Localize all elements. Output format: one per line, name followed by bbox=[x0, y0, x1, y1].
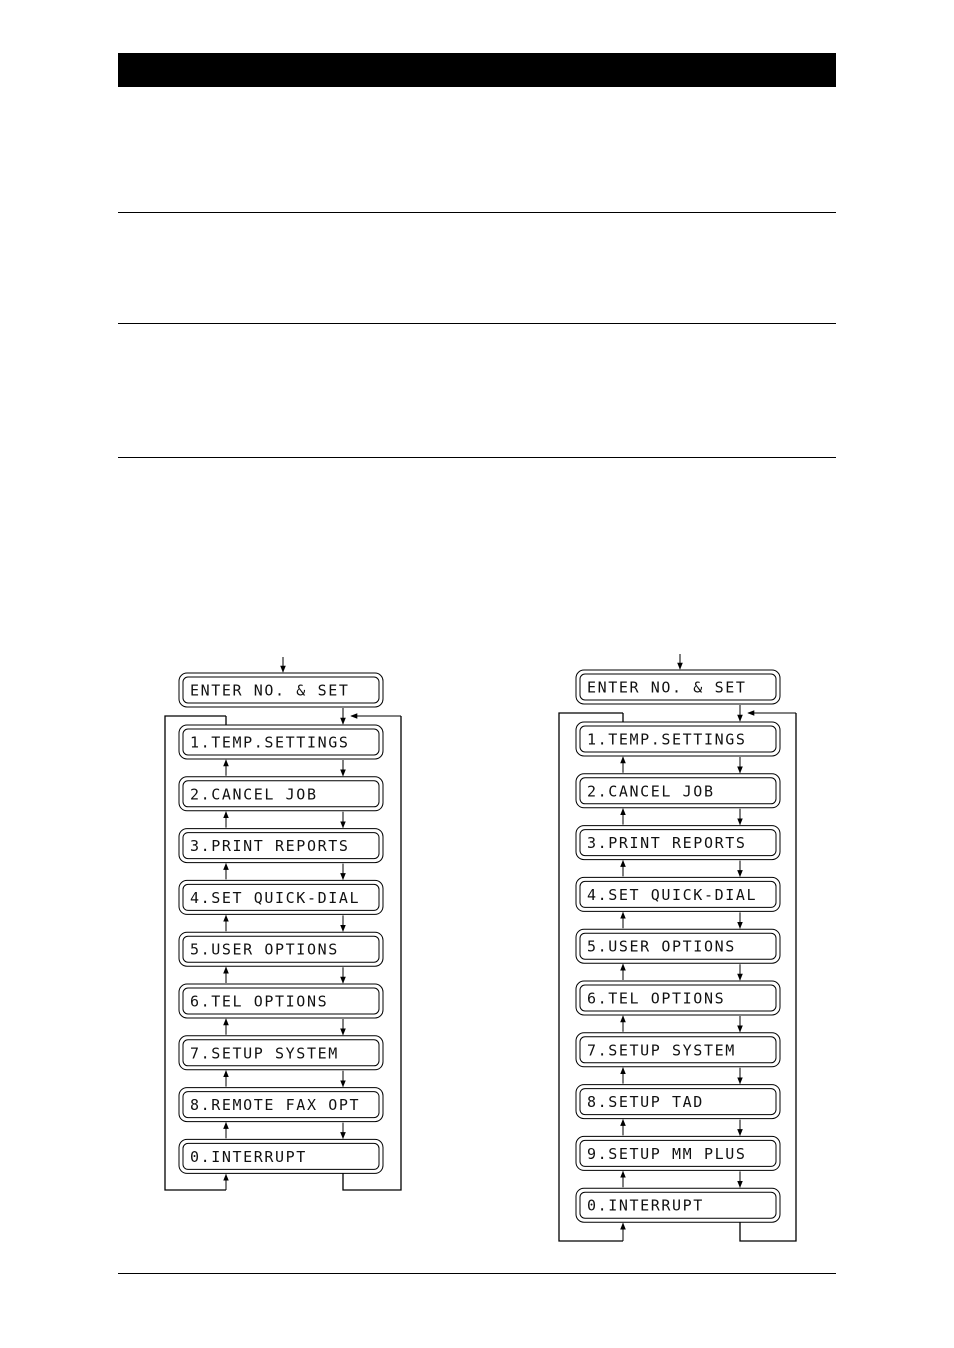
menu-label: 7.SETUP SYSTEM bbox=[190, 1044, 339, 1062]
menu-label: 7.SETUP SYSTEM bbox=[587, 1041, 736, 1059]
menu-item-box: 7.SETUP SYSTEM bbox=[575, 1032, 781, 1068]
menu-flow-right: ENTER NO. & SET 1.TEMP.SETTINGS 2.CANCEL J… bbox=[558, 654, 797, 1242]
menu-item-box: 1.TEMP.SETTINGS bbox=[575, 721, 781, 757]
menu-label: 5.USER OPTIONS bbox=[587, 938, 736, 956]
menu-label: 3.PRINT REPORTS bbox=[190, 837, 349, 855]
menu-label: 9.SETUP MM PLUS bbox=[587, 1145, 746, 1163]
menu-item-box: 6.TEL OPTIONS bbox=[178, 983, 384, 1019]
entry-box: ENTER NO. & SET bbox=[178, 672, 384, 708]
menu-item-box: 9.SETUP MM PLUS bbox=[575, 1135, 781, 1171]
menu-item-box: 3.PRINT REPORTS bbox=[575, 825, 781, 861]
menu-item-box: 2.CANCEL JOB bbox=[575, 773, 781, 809]
menu-label: 0.INTERRUPT bbox=[587, 1197, 704, 1215]
menu-item-box: 5.USER OPTIONS bbox=[178, 931, 384, 967]
menu-label: 0.INTERRUPT bbox=[190, 1148, 307, 1166]
menu-item-box: 3.PRINT REPORTS bbox=[178, 828, 384, 864]
entry-box: ENTER NO. & SET bbox=[575, 669, 781, 705]
menu-item-box: 7.SETUP SYSTEM bbox=[178, 1035, 384, 1071]
menu-item-box: 5.USER OPTIONS bbox=[575, 928, 781, 964]
menu-label: 3.PRINT REPORTS bbox=[587, 834, 746, 852]
menu-label: 8.SETUP TAD bbox=[587, 1093, 704, 1111]
menu-label: 4.SET QUICK-DIAL bbox=[190, 889, 360, 907]
menu-item-box: 8.SETUP TAD bbox=[575, 1084, 781, 1120]
menu-item-box: 8.REMOTE FAX OPT bbox=[178, 1087, 384, 1123]
menu-label: 4.SET QUICK-DIAL bbox=[587, 886, 757, 904]
menu-item-box: 6.TEL OPTIONS bbox=[575, 980, 781, 1016]
menu-label: 6.TEL OPTIONS bbox=[190, 993, 328, 1011]
menu-item-box: 4.SET QUICK-DIAL bbox=[575, 876, 781, 912]
menu-label: 8.REMOTE FAX OPT bbox=[190, 1096, 360, 1114]
menu-item-box: 1.TEMP.SETTINGS bbox=[178, 724, 384, 760]
menu-label: ENTER NO. & SET bbox=[190, 682, 349, 700]
menu-item-box: 0.INTERRUPT bbox=[575, 1187, 781, 1223]
menu-label: 1.TEMP.SETTINGS bbox=[587, 731, 746, 749]
menu-label: 2.CANCEL JOB bbox=[587, 782, 715, 800]
menu-item-box: 2.CANCEL JOB bbox=[178, 776, 384, 812]
menu-label: 2.CANCEL JOB bbox=[190, 785, 318, 803]
menu-label: 1.TEMP.SETTINGS bbox=[190, 734, 349, 752]
menu-label: 6.TEL OPTIONS bbox=[587, 990, 725, 1008]
menu-flow-left: ENTER NO. & SET 1.TEMP.SETTINGS 2.CANCEL J… bbox=[164, 657, 402, 1191]
menu-item-box: 4.SET QUICK-DIAL bbox=[178, 879, 384, 915]
menu-label: 5.USER OPTIONS bbox=[190, 941, 339, 959]
menu-label: ENTER NO. & SET bbox=[587, 679, 746, 697]
menu-item-box: 0.INTERRUPT bbox=[178, 1138, 384, 1174]
menu-flow-diagrams: ENTER NO. & SET 1.TEMP.SETTINGS 2.CANCEL J… bbox=[164, 654, 797, 1242]
